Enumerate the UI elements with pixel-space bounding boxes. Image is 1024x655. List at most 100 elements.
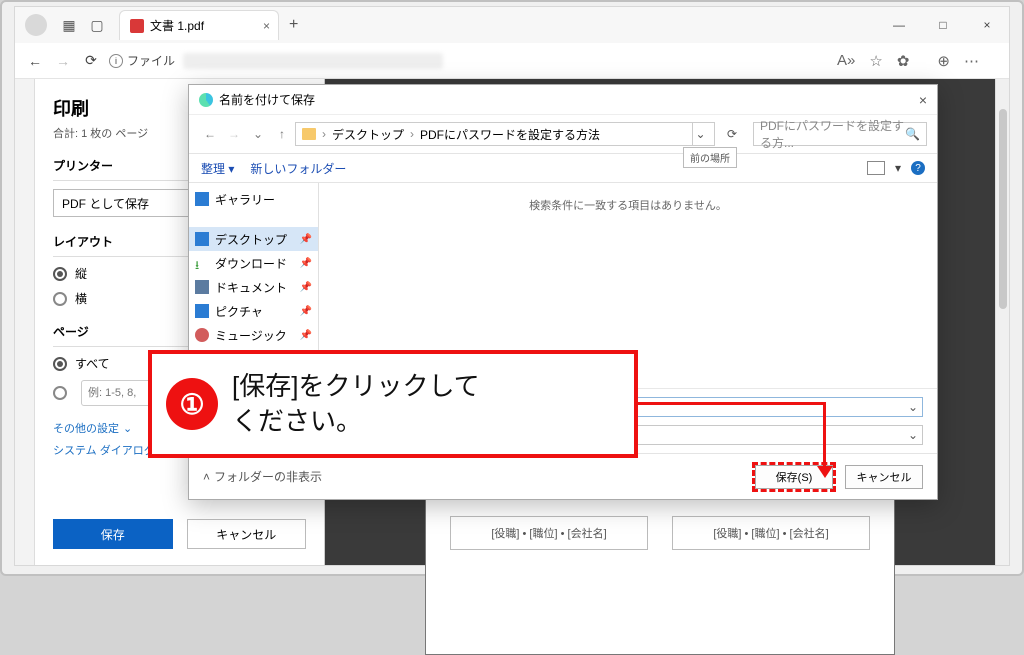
annotation-arrow bbox=[823, 402, 826, 470]
back-button[interactable]: ← bbox=[21, 53, 49, 69]
site-info-icon[interactable]: i bbox=[109, 54, 123, 68]
toggle-folders-button[interactable]: ˄ フォルダーの非表示 bbox=[203, 468, 322, 485]
instruction-line: ください。 bbox=[232, 404, 480, 439]
desktop-icon bbox=[195, 232, 209, 246]
tree-label: ドキュメント bbox=[215, 279, 287, 296]
window-titlebar: ▦ ▢ 文書 1.pdf × + — □ × bbox=[15, 7, 1009, 43]
portrait-label: 縦 bbox=[75, 265, 87, 282]
new-tab-button[interactable]: + bbox=[289, 16, 298, 34]
landscape-label: 横 bbox=[75, 290, 87, 307]
forward-button: → bbox=[49, 53, 77, 69]
radio-icon bbox=[53, 386, 67, 400]
tree-label: ピクチャ bbox=[215, 303, 263, 320]
favorite-icon[interactable]: ☆ bbox=[869, 52, 882, 70]
empty-message: 検索条件に一致する項目はありません。 bbox=[529, 197, 727, 213]
radio-icon bbox=[53, 292, 67, 306]
print-cancel-button[interactable]: キャンセル bbox=[187, 519, 307, 549]
url-scheme-label: ファイル bbox=[127, 52, 175, 69]
nav-back-button[interactable]: ← bbox=[199, 127, 221, 141]
preview-footer-text: [役職] • [職位] • [会社名] bbox=[491, 525, 606, 541]
pin-icon: 📌 bbox=[300, 282, 312, 293]
step-number-badge: ① bbox=[166, 378, 218, 430]
workspaces-icon[interactable]: ▦ bbox=[55, 17, 83, 34]
nav-recent-button[interactable]: ⌄ bbox=[247, 127, 269, 141]
annotation-arrow bbox=[638, 402, 826, 405]
organize-menu[interactable]: 整理 ▾ bbox=[201, 160, 234, 177]
view-mode-button[interactable] bbox=[867, 161, 885, 175]
tree-item-pictures[interactable]: ピクチャ 📌 bbox=[189, 299, 318, 323]
address-bar: ← → ⟳ i ファイル A» ☆ ✿ ⊕ ⋯ bbox=[15, 43, 1009, 79]
documents-icon bbox=[195, 280, 209, 294]
print-save-button[interactable]: 保存 bbox=[53, 519, 173, 549]
scrollbar[interactable] bbox=[995, 79, 1009, 565]
tab-close-icon[interactable]: × bbox=[263, 19, 270, 33]
preview-footer-box: [役職] • [職位] • [会社名] bbox=[672, 516, 870, 550]
tree-item-downloads[interactable]: ⭳ダウンロード📌 bbox=[189, 251, 318, 275]
chevron-down-icon[interactable]: ▾ bbox=[895, 161, 901, 175]
nav-up-button[interactable]: ↑ bbox=[271, 127, 293, 141]
search-placeholder: PDFにパスワードを設定する方... bbox=[760, 117, 905, 151]
tree-label: ミュージック bbox=[215, 327, 287, 344]
more-settings-label: その他の設定 bbox=[53, 420, 119, 436]
chevron-down-icon[interactable]: ⌄ bbox=[908, 428, 918, 442]
pin-icon: 📌 bbox=[300, 330, 312, 341]
window-close-button[interactable]: × bbox=[965, 7, 1009, 43]
tree-item-music[interactable]: ミュージック 📌 bbox=[189, 323, 318, 347]
breadcrumb[interactable]: › デスクトップ › PDFにパスワードを設定する方法 ⌄ 前の場所 bbox=[295, 122, 715, 146]
url-field[interactable]: i ファイル bbox=[109, 52, 443, 69]
profile-avatar[interactable] bbox=[25, 14, 47, 36]
breadcrumb-segment[interactable]: デスクトップ bbox=[332, 126, 404, 143]
pin-icon: 📌 bbox=[300, 234, 312, 245]
pages-all-label: すべて bbox=[75, 355, 110, 372]
tree-item-desktop[interactable]: デスクトップ📌 bbox=[189, 227, 318, 251]
tree-label: ダウンロード bbox=[215, 255, 287, 272]
window-maximize-button[interactable]: □ bbox=[921, 7, 965, 43]
collections-icon[interactable]: ⊕ bbox=[937, 52, 950, 70]
cancel-button[interactable]: キャンセル bbox=[845, 465, 923, 489]
tree-label: ギャラリー bbox=[215, 191, 275, 208]
music-icon bbox=[195, 328, 209, 342]
breadcrumb-segment[interactable]: PDFにパスワードを設定する方法 bbox=[420, 126, 600, 143]
search-icon: 🔍 bbox=[905, 127, 920, 141]
chevron-down-icon[interactable]: ⌄ bbox=[908, 400, 918, 414]
search-input[interactable]: PDFにパスワードを設定する方... 🔍 bbox=[753, 122, 927, 146]
tab-title: 文書 1.pdf bbox=[150, 17, 204, 34]
url-blurred bbox=[183, 53, 443, 69]
folder-icon bbox=[302, 128, 316, 140]
dialog-close-button[interactable]: × bbox=[919, 92, 927, 108]
refresh-button[interactable]: ⟳ bbox=[723, 127, 741, 141]
refresh-button[interactable]: ⟳ bbox=[77, 52, 105, 69]
instruction-line: [保存]をクリックして bbox=[232, 369, 480, 404]
find-icon[interactable]: A» bbox=[837, 52, 855, 70]
instruction-text: [保存]をクリックして ください。 bbox=[232, 369, 480, 439]
edge-app-icon bbox=[199, 93, 213, 107]
radio-icon bbox=[53, 357, 67, 371]
dialog-title: 名前を付けて保存 bbox=[219, 91, 315, 108]
tab-actions-icon[interactable]: ▢ bbox=[83, 17, 111, 34]
download-icon: ⭳ bbox=[195, 256, 209, 270]
preview-footer-box: [役職] • [職位] • [会社名] bbox=[450, 516, 648, 550]
chevron-up-icon: ˄ bbox=[203, 470, 210, 484]
tree-item-gallery[interactable]: ギャラリー bbox=[189, 187, 318, 211]
toggle-folders-label: フォルダーの非表示 bbox=[214, 468, 322, 485]
sidebar-gutter bbox=[15, 79, 35, 565]
browser-tab[interactable]: 文書 1.pdf × bbox=[119, 10, 279, 40]
annotation-arrow-head bbox=[817, 466, 833, 478]
nav-forward-button: → bbox=[223, 127, 245, 141]
gallery-icon bbox=[195, 192, 209, 206]
printer-value: PDF として保存 bbox=[62, 195, 149, 212]
tooltip: 前の場所 bbox=[683, 147, 737, 168]
pdf-icon bbox=[130, 19, 144, 33]
window-minimize-button[interactable]: — bbox=[877, 7, 921, 43]
breadcrumb-dropdown[interactable]: ⌄ 前の場所 bbox=[692, 123, 708, 145]
instruction-callout: ① [保存]をクリックして ください。 bbox=[148, 350, 638, 458]
extension-icon[interactable]: ✿ bbox=[897, 52, 910, 70]
pin-icon: 📌 bbox=[300, 306, 312, 317]
scroll-thumb[interactable] bbox=[999, 109, 1007, 309]
new-folder-button[interactable]: 新しいフォルダー bbox=[250, 160, 346, 177]
pictures-icon bbox=[195, 304, 209, 318]
tree-item-documents[interactable]: ドキュメント 📌 bbox=[189, 275, 318, 299]
help-icon[interactable]: ? bbox=[911, 161, 925, 175]
chevron-down-icon: ⌄ bbox=[123, 422, 132, 435]
menu-icon[interactable]: ⋯ bbox=[964, 52, 979, 70]
